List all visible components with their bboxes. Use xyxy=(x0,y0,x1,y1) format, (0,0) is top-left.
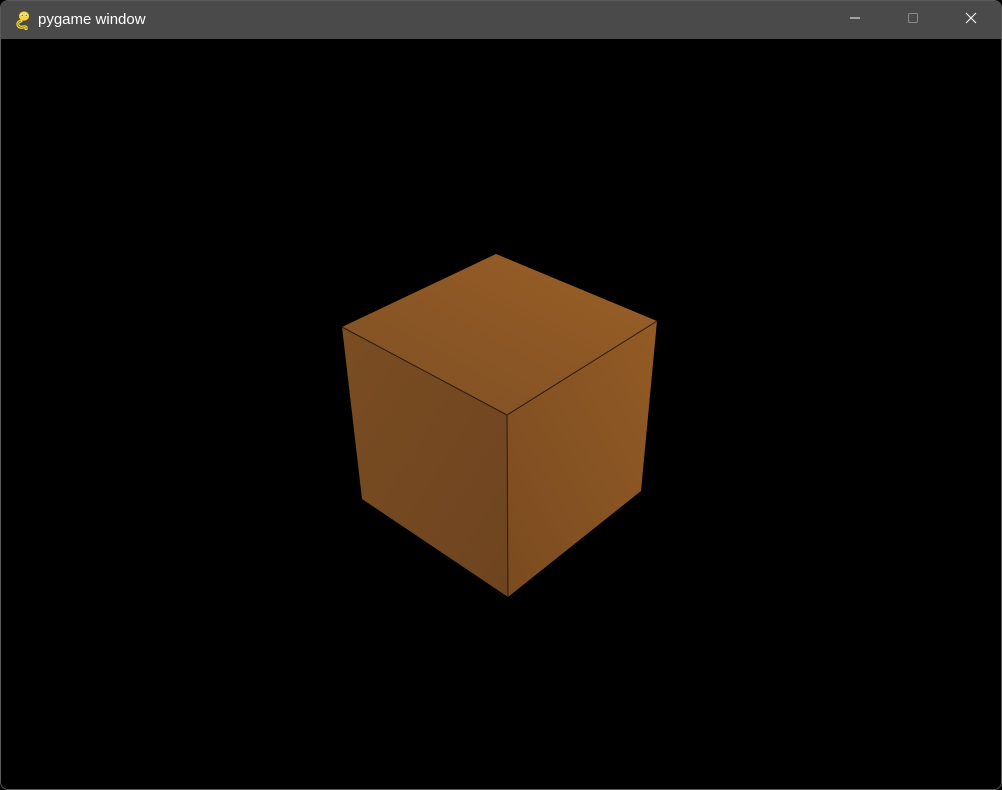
window-title: pygame window xyxy=(38,11,146,28)
game-canvas[interactable] xyxy=(1,39,1001,789)
title-bar[interactable]: pygame window xyxy=(1,1,1001,39)
maximize-button[interactable] xyxy=(884,1,942,39)
close-icon xyxy=(965,11,977,29)
pygame-snake-icon xyxy=(13,10,33,31)
cube-scene xyxy=(341,254,658,598)
close-button[interactable] xyxy=(942,1,1000,39)
maximize-icon xyxy=(907,11,919,29)
pygame-window: pygame window xyxy=(0,0,1002,790)
minimize-button[interactable] xyxy=(826,1,884,39)
minimize-icon xyxy=(849,11,861,29)
